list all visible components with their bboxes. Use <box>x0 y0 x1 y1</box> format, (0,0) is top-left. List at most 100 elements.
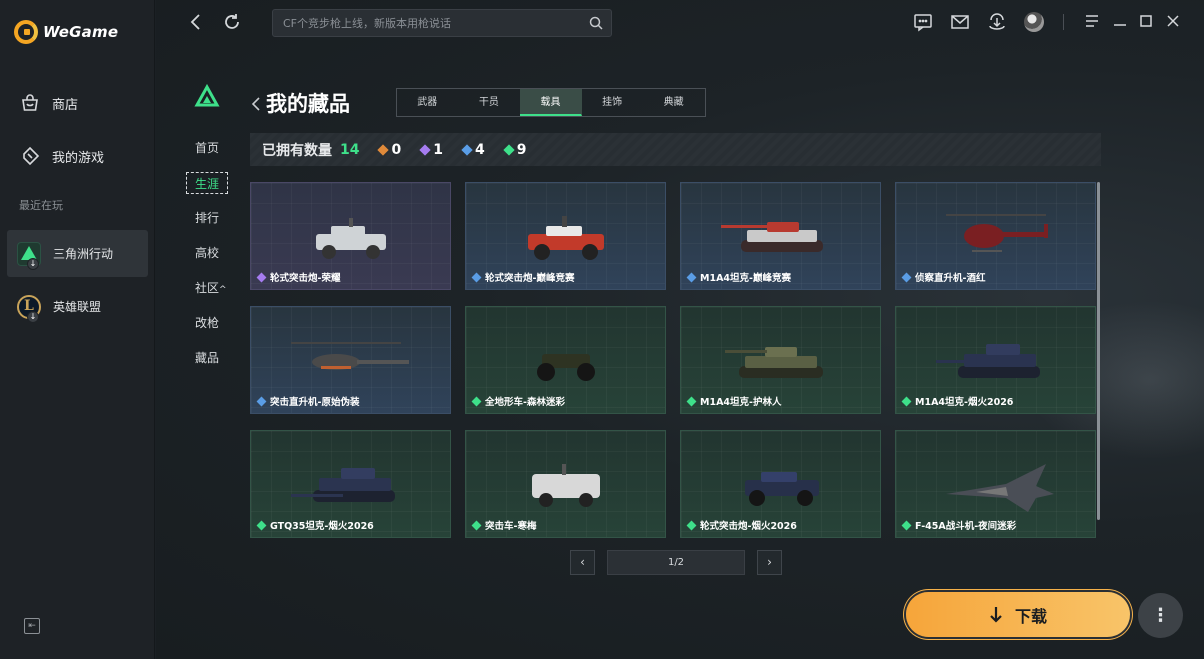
content-nav: 首页 生涯 排行 高校 社区^ 改枪 藏品 <box>186 137 230 382</box>
content-nav-label: 高校 <box>195 246 220 260</box>
vehicle-name-row: F-45A战斗机-夜间迷彩 <box>901 518 1017 532</box>
divider <box>1063 14 1064 30</box>
rarity-green-icon <box>686 520 697 530</box>
download-manager-icon[interactable] <box>987 12 1007 32</box>
refresh-icon[interactable] <box>222 12 242 32</box>
rarity-green-icon <box>686 396 697 406</box>
atv-image <box>537 354 595 381</box>
vehicle-card[interactable]: 轮式突击炮-烟火2026 <box>680 430 881 538</box>
content-nav-career[interactable]: 生涯 <box>186 172 228 194</box>
sidebar-item-label: 我的游戏 <box>52 150 105 166</box>
rarity-blue-icon <box>256 396 267 406</box>
vehicle-card[interactable]: 全地形车-森林迷彩 <box>465 306 666 414</box>
user-avatar[interactable] <box>1024 12 1044 32</box>
rarity-count-blue: 4 <box>461 141 485 158</box>
vehicle-card[interactable]: F-45A战斗机-夜间迷彩 <box>895 430 1096 538</box>
vehicle-name: 突击车-寒梅 <box>485 521 537 532</box>
page-title: 我的藏品 <box>266 92 350 116</box>
wegame-logo-icon <box>14 20 38 44</box>
vehicle-card[interactable]: M1A4坦克-巅峰竞赛 <box>680 182 881 290</box>
vehicle-name: 轮式突击炮-荣耀 <box>270 273 341 284</box>
back-arrow-icon[interactable] <box>186 12 206 32</box>
content-nav-label: 改枪 <box>195 316 220 330</box>
vehicle-name: 突击直升机-原始伪装 <box>270 397 360 408</box>
content-nav-label: 首页 <box>195 141 220 155</box>
rarity-green-icon <box>471 396 482 406</box>
rarity-orange-icon <box>377 143 390 156</box>
sidebar-nav: 商店 我的游戏 <box>0 88 155 194</box>
left-sidebar: WeGame 商店 我的游戏 最近在玩 ↓ 三角洲行动 ↓ 英雄联盟 ⇤ <box>0 0 155 659</box>
vehicle-card[interactable]: M1A4坦克-护林人 <box>680 306 881 414</box>
prev-page-button[interactable]: ‹ <box>570 550 595 575</box>
gamepad-icon <box>23 146 40 166</box>
content-nav-community[interactable]: 社区^ <box>186 277 230 299</box>
chevron-left-icon[interactable] <box>250 96 262 112</box>
store-bag-icon <box>22 94 38 111</box>
close-icon[interactable] <box>1164 12 1182 30</box>
collapse-sidebar-button[interactable]: ⇤ <box>24 618 40 634</box>
vehicle-name: F-45A战斗机-夜间迷彩 <box>915 521 1017 532</box>
vehicle-name-row: M1A4坦克-巅峰竞赛 <box>686 270 791 284</box>
delta-force-logo-icon[interactable] <box>194 84 220 108</box>
mail-icon[interactable] <box>950 12 970 32</box>
vehicle-card[interactable]: 突击车-寒梅 <box>465 430 666 538</box>
rarity-count-purple: 1 <box>419 142 443 158</box>
content-nav-gunsmith[interactable]: 改枪 <box>186 312 230 334</box>
vehicle-name: M1A4坦克-巅峰竞赛 <box>700 273 791 284</box>
rarity-count: 4 <box>474 141 485 158</box>
grid-scrollbar[interactable] <box>1097 182 1100 520</box>
maximize-icon[interactable] <box>1137 12 1155 30</box>
vehicle-name-row: M1A4坦克-烟火2026 <box>901 394 1013 408</box>
recent-game-delta-force[interactable]: ↓ 三角洲行动 <box>7 230 148 277</box>
minimize-icon[interactable] <box>1111 12 1129 30</box>
tab-vehicles[interactable]: 载具 <box>520 89 582 116</box>
menu-icon[interactable] <box>1083 12 1101 30</box>
content-nav-college[interactable]: 高校 <box>186 242 230 264</box>
tab-collectibles[interactable]: 典藏 <box>643 89 705 116</box>
sidebar-item-label: 商店 <box>52 97 79 113</box>
wegame-logo[interactable]: WeGame <box>14 20 118 44</box>
tank-red-image <box>721 222 823 252</box>
rarity-blue-icon <box>686 272 697 282</box>
recent-game-league-of-legends[interactable]: ↓ 英雄联盟 <box>7 283 148 330</box>
vehicle-card[interactable]: 轮式突击炮-荣耀 <box>250 182 451 290</box>
top-bar <box>156 0 1204 44</box>
rarity-purple-icon <box>256 272 267 282</box>
vehicle-name-row: M1A4坦克-护林人 <box>686 394 781 408</box>
download-badge-icon: ↓ <box>27 311 39 323</box>
rarity-count: 0 <box>391 141 402 158</box>
next-page-button[interactable]: › <box>757 550 782 575</box>
vehicle-name-row: GTQ35坦克-烟火2026 <box>256 518 374 532</box>
content-nav-label: 藏品 <box>195 351 220 365</box>
tab-charms[interactable]: 挂饰 <box>582 89 644 116</box>
vehicle-card[interactable]: 侦察直升机-酒红 <box>895 182 1096 290</box>
tab-weapons[interactable]: 武器 <box>397 89 459 116</box>
search-icon[interactable] <box>589 16 603 30</box>
vehicle-card[interactable]: 突击直升机-原始伪装 <box>250 306 451 414</box>
tab-operators[interactable]: 干员 <box>459 89 521 116</box>
download-button[interactable]: 下载 <box>906 592 1130 637</box>
more-options-button[interactable]: ⋮ <box>1138 593 1183 638</box>
armored-car-image <box>316 218 386 259</box>
content-nav-ranking[interactable]: 排行 <box>186 207 230 229</box>
content-nav-label: 社区 <box>195 281 220 295</box>
sidebar-item-my-games[interactable]: 我的游戏 <box>0 141 155 171</box>
content-nav-label: 生涯 <box>195 177 220 191</box>
logo-text: WeGame <box>43 23 119 41</box>
tank-navy2-image <box>291 468 395 502</box>
rarity-count-green: 9 <box>503 142 526 158</box>
rarity-count-orange: 0 <box>377 141 402 158</box>
vehicle-name: GTQ35坦克-烟火2026 <box>270 521 374 532</box>
vehicle-card[interactable]: M1A4坦克-烟火2026 <box>895 306 1096 414</box>
search-input[interactable] <box>273 10 573 36</box>
vehicle-card[interactable]: 轮式突击炮-巅峰竞赛 <box>465 182 666 290</box>
content-nav-collection[interactable]: 藏品 <box>186 347 230 369</box>
search-box[interactable] <box>272 9 612 37</box>
chevron-up-icon: ^ <box>219 285 227 295</box>
sidebar-item-store[interactable]: 商店 <box>0 88 155 118</box>
message-icon[interactable] <box>913 12 933 32</box>
download-badge-icon: ↓ <box>27 258 39 270</box>
content-nav-home[interactable]: 首页 <box>186 137 230 159</box>
tank-navy-image <box>936 344 1040 378</box>
vehicle-card[interactable]: GTQ35坦克-烟火2026 <box>250 430 451 538</box>
